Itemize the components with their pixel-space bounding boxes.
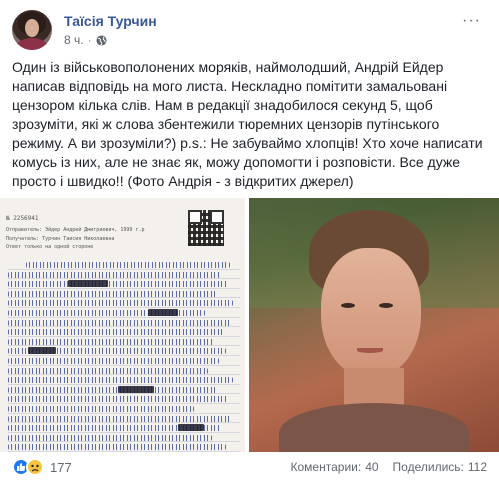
post-header: Таїсія Турчин 8 ч. · ··· — [12, 10, 487, 50]
censor-redaction — [68, 280, 108, 288]
handwriting-line — [8, 404, 240, 414]
handwriting-line — [8, 433, 240, 443]
comments-count[interactable]: Коментарии: 40 — [291, 460, 379, 474]
globe-icon — [96, 34, 107, 46]
avatar-face — [25, 19, 39, 37]
letter-photo[interactable]: № 2256941 Отправитель: Эйдер Андрей Дмит… — [0, 198, 247, 452]
portrait-left-eye — [341, 303, 355, 308]
handwriting-line — [8, 414, 240, 424]
sad-reaction-icon — [26, 458, 44, 476]
censor-redaction — [148, 309, 178, 316]
handwriting-line — [8, 356, 240, 366]
shares-label: Поделились: — [392, 460, 464, 474]
censor-redaction — [178, 424, 204, 432]
handwriting-line — [8, 337, 240, 347]
reactions-count[interactable]: 177 — [50, 460, 72, 475]
comments-number: 40 — [365, 460, 379, 474]
post-photos: № 2256941 Отправитель: Эйдер Андрей Дмит… — [0, 198, 499, 452]
portrait-mouth — [357, 348, 383, 353]
handwriting-line — [8, 423, 240, 433]
author-avatar[interactable] — [12, 10, 52, 50]
handwriting-line — [8, 442, 240, 452]
portrait-face — [321, 248, 421, 378]
handwriting-line — [8, 394, 240, 404]
meta-separator: · — [87, 33, 92, 47]
handwriting-line — [8, 308, 240, 318]
reactions-summary[interactable]: 177 — [12, 458, 72, 476]
handwriting-line — [8, 375, 240, 385]
handwriting-line — [8, 366, 240, 376]
portrait-shirt — [279, 403, 469, 452]
handwriting-line — [8, 298, 240, 308]
portrait-photo[interactable] — [249, 198, 499, 452]
censor-redaction — [118, 385, 154, 393]
post-timestamp[interactable]: 8 ч. — [64, 33, 84, 47]
handwriting-line — [8, 279, 240, 289]
handwriting-line — [8, 289, 240, 299]
censor-redaction — [28, 347, 56, 355]
handwriting-line — [8, 270, 240, 280]
comments-label: Коментарии: — [290, 460, 362, 474]
shares-count[interactable]: Поделились: 112 — [393, 460, 487, 474]
handwritten-letter — [8, 260, 240, 452]
post-options-button[interactable]: ··· — [462, 13, 481, 29]
avatar-body — [16, 38, 48, 50]
post-text: Один із військовополонених моряків, найм… — [12, 59, 483, 189]
portrait-right-eye — [379, 303, 393, 308]
handwriting-line — [8, 260, 240, 270]
post-body: Один із військовополонених моряків, найм… — [12, 58, 488, 191]
qr-code — [188, 210, 224, 246]
shares-number: 112 — [467, 460, 487, 474]
letter-recipient: Получатель: Турчин Таисия Николаевна — [6, 236, 115, 242]
letter-reply-note: Ответ только на одной стороне — [6, 244, 94, 250]
handwriting-line — [8, 327, 240, 337]
letter-number: № 2256941 — [6, 215, 39, 222]
handwriting-line — [8, 318, 240, 328]
author-name[interactable]: Таїсія Турчин — [64, 13, 157, 29]
letter-sender: Отправитель: Эйдер Андрей Дмитриевич, 19… — [6, 227, 145, 233]
post-footer: 177 Коментарии: 40 Поделились: 112 — [12, 458, 487, 478]
post-stats: Коментарии: 40 Поделились: 112 — [291, 460, 487, 474]
post-meta: 8 ч. · — [64, 33, 107, 47]
